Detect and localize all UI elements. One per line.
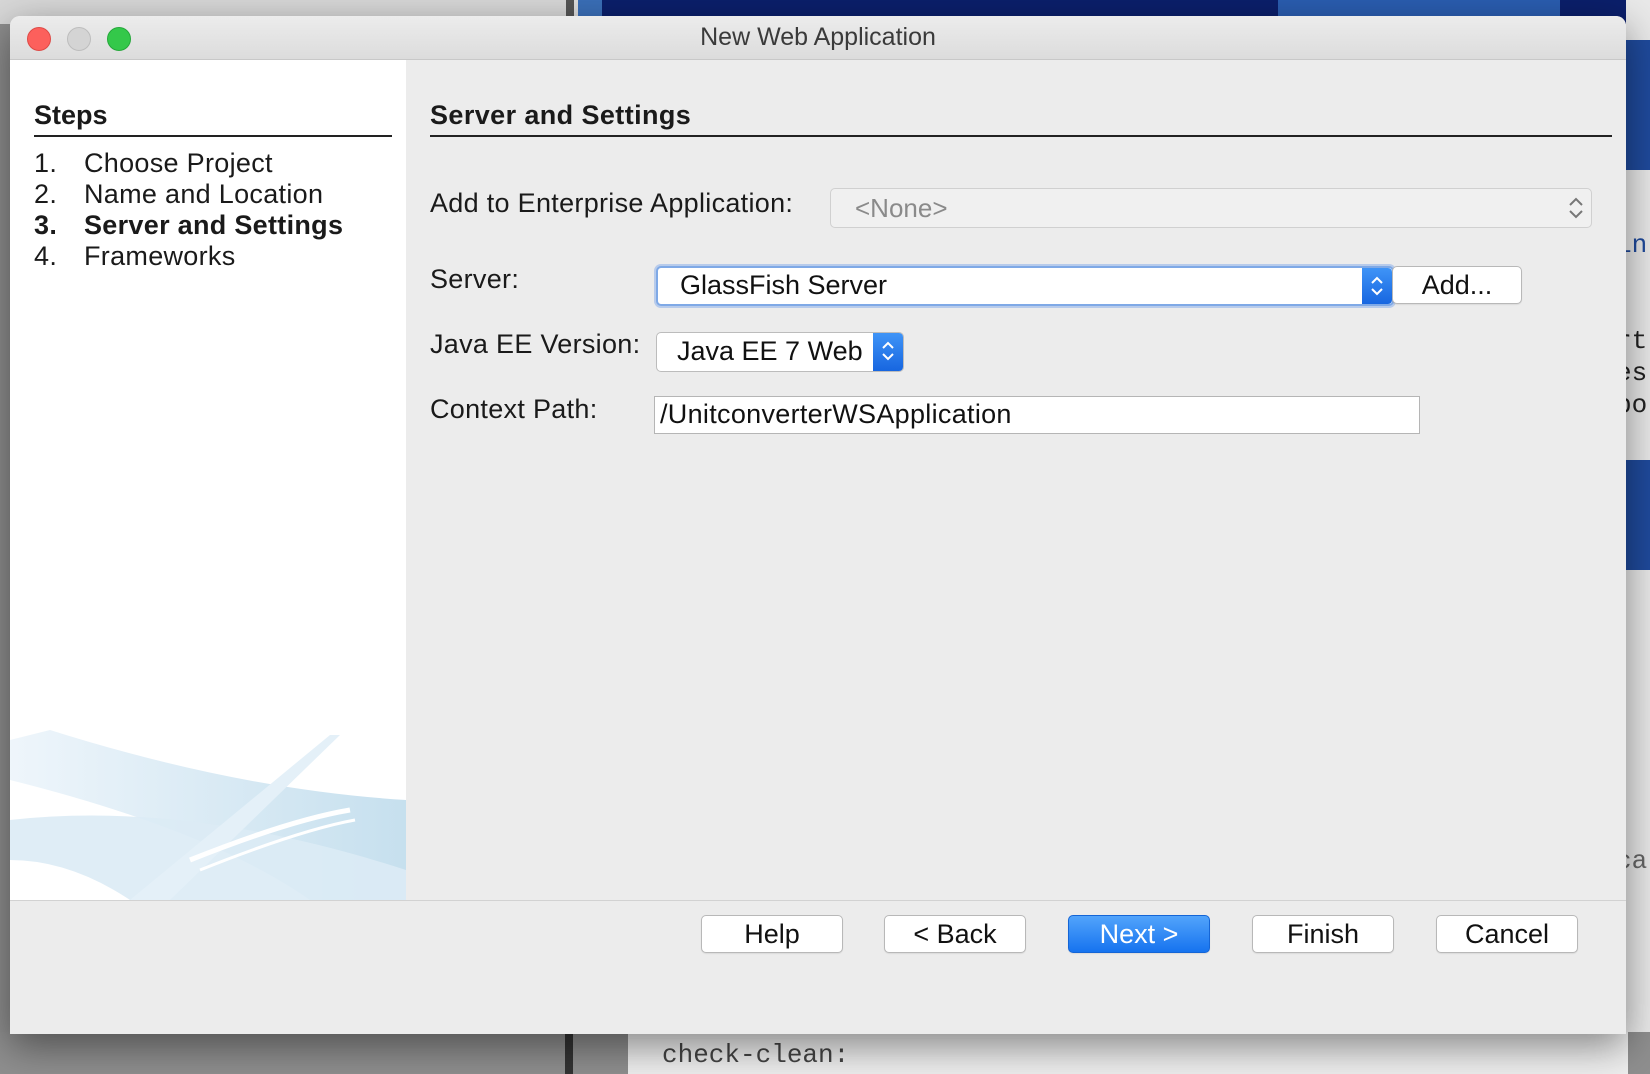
context-path-label: Context Path: bbox=[430, 394, 598, 424]
javaee-select-arrow[interactable] bbox=[873, 333, 903, 371]
enterprise-app-select: <None> bbox=[830, 188, 1592, 228]
server-label: Server: bbox=[430, 264, 520, 294]
next-button[interactable]: Next > bbox=[1068, 915, 1210, 953]
minimize-window-button[interactable] bbox=[67, 27, 91, 51]
server-select-arrow[interactable] bbox=[1362, 268, 1392, 304]
step-name-and-location: 2. Name and Location bbox=[34, 179, 323, 210]
step-number: 1. bbox=[34, 148, 58, 178]
step-server-and-settings: 3. Server and Settings bbox=[34, 210, 343, 241]
javaee-version-select[interactable]: Java EE 7 Web bbox=[656, 332, 904, 372]
step-label: Server and Settings bbox=[84, 210, 344, 240]
background-blue-block bbox=[1626, 460, 1650, 570]
help-button[interactable]: Help bbox=[701, 915, 843, 953]
step-label: Frameworks bbox=[84, 241, 236, 271]
step-frameworks: 4. Frameworks bbox=[34, 241, 236, 272]
updown-arrows-icon bbox=[1371, 276, 1383, 296]
dialog-titlebar[interactable]: New Web Application bbox=[10, 16, 1626, 60]
updown-arrows-icon bbox=[1569, 197, 1583, 219]
close-window-button[interactable] bbox=[27, 27, 51, 51]
context-path-value: /UnitconverterWSApplication bbox=[660, 399, 1012, 429]
step-number: 4. bbox=[34, 241, 58, 271]
step-number: 3. bbox=[34, 210, 58, 240]
updown-arrows-icon bbox=[882, 341, 894, 361]
steps-panel: Steps 1. Choose Project 2. Name and Locati… bbox=[10, 60, 406, 900]
step-label: Choose Project bbox=[84, 148, 273, 178]
server-select[interactable]: GlassFish Server bbox=[656, 266, 1394, 306]
javaee-version-value: Java EE 7 Web bbox=[677, 336, 863, 366]
new-web-application-dialog: New Web Application Steps 1. Choose Proje… bbox=[10, 16, 1626, 1034]
finish-button[interactable]: Finish bbox=[1252, 915, 1394, 953]
window-title: New Web Application bbox=[700, 23, 936, 51]
enterprise-app-label: Add to Enterprise Application: bbox=[430, 188, 794, 218]
zoom-window-button[interactable] bbox=[107, 27, 131, 51]
steps-title: Steps bbox=[34, 100, 392, 137]
add-server-button[interactable]: Add... bbox=[1392, 266, 1522, 304]
step-choose-project: 1. Choose Project bbox=[34, 148, 273, 179]
background-divider bbox=[565, 1032, 573, 1074]
background-blue-block bbox=[1626, 40, 1650, 170]
cancel-button[interactable]: Cancel bbox=[1436, 915, 1578, 953]
background-code-text: check-clean: bbox=[662, 1040, 850, 1070]
settings-content: Server and Settings Add to Enterprise Ap… bbox=[406, 60, 1626, 900]
section-title: Server and Settings bbox=[430, 100, 1612, 137]
context-path-field[interactable]: /UnitconverterWSApplication bbox=[654, 396, 1420, 434]
step-number: 2. bbox=[34, 179, 58, 209]
back-button[interactable]: < Back bbox=[884, 915, 1026, 953]
enterprise-app-value: <None> bbox=[855, 193, 948, 223]
server-value: GlassFish Server bbox=[680, 270, 888, 300]
javaee-version-label: Java EE Version: bbox=[430, 329, 641, 359]
netbeans-swoosh-graphic bbox=[10, 730, 406, 900]
footer-separator bbox=[10, 900, 1626, 901]
step-label: Name and Location bbox=[84, 179, 324, 209]
